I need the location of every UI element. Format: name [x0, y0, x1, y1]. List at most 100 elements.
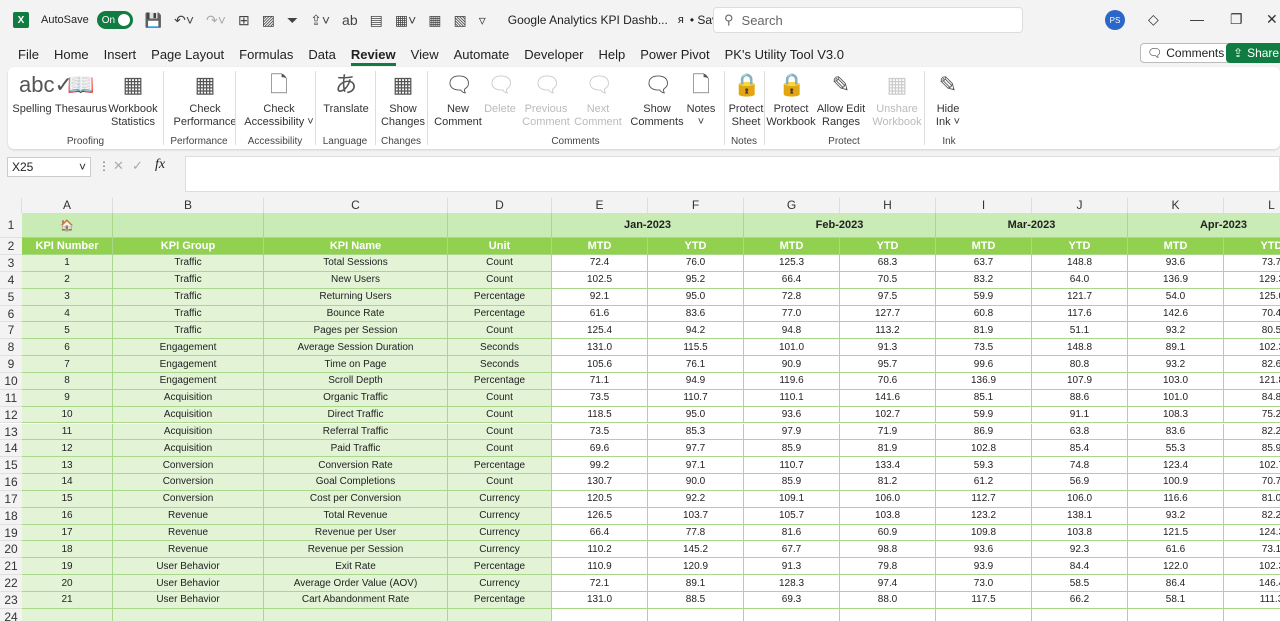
row-header[interactable]: 5	[0, 288, 22, 306]
kpi-value-cell[interactable]: 105.6	[552, 356, 648, 373]
kpi-value-cell[interactable]: 92.3	[1032, 541, 1128, 559]
empty-cell[interactable]	[113, 608, 264, 621]
kpi-value-cell[interactable]: 70.7	[1224, 474, 1280, 491]
unshare-workbook-button[interactable]: ▦ Unshare Workbook	[870, 71, 924, 129]
kpi-label-cell[interactable]: Currency	[448, 507, 552, 525]
calculator-icon[interactable]: ▦˅	[395, 12, 416, 29]
kpi-value-cell[interactable]: 105.7	[744, 507, 840, 525]
kpi-value-cell[interactable]: 73.7	[1224, 255, 1280, 272]
kpi-value-cell[interactable]: 97.1	[648, 457, 744, 475]
avatar[interactable]: PS	[1105, 10, 1125, 30]
kpi-value-cell[interactable]: 67.7	[744, 541, 840, 559]
kpi-value-cell[interactable]: 125.0	[1224, 288, 1280, 306]
kpi-label-cell[interactable]: Percentage	[448, 288, 552, 306]
minimize-icon[interactable]: —	[1190, 11, 1204, 27]
tab-formulas[interactable]: Formulas	[239, 44, 293, 66]
tab-data[interactable]: Data	[308, 44, 335, 66]
kpi-value-cell[interactable]: 112.7	[936, 490, 1032, 508]
kpi-value-cell[interactable]: 120.9	[648, 558, 744, 576]
tab-insert[interactable]: Insert	[104, 44, 137, 66]
spelling-button[interactable]: abc✓ Spelling	[12, 71, 72, 116]
kpi-label-cell[interactable]: Revenue	[113, 541, 264, 559]
column-header-G[interactable]: G	[744, 198, 840, 213]
kpi-label-cell[interactable]: Count	[448, 440, 552, 458]
kpi-value-cell[interactable]: 85.4	[1032, 440, 1128, 458]
row-header[interactable]: 14	[0, 440, 22, 458]
column-header-C[interactable]: C	[264, 198, 448, 213]
kpi-label-cell[interactable]: Acquisition	[113, 440, 264, 458]
kpi-label-cell[interactable]: Count	[448, 389, 552, 407]
kpi-value-cell[interactable]: 124.3	[1224, 524, 1280, 542]
kpi-value-cell[interactable]: 72.1	[552, 575, 648, 592]
kpi-value-cell[interactable]: 68.3	[840, 255, 936, 272]
row-header[interactable]: 13	[0, 423, 22, 441]
row-header[interactable]: 11	[0, 389, 22, 407]
protect-workbook-button[interactable]: 🔒 Protect Workbook	[766, 71, 816, 129]
kpi-value-cell[interactable]: 93.6	[1128, 255, 1224, 272]
kpi-label-cell[interactable]: 19	[22, 558, 113, 576]
kpi-value-cell[interactable]: 66.4	[552, 524, 648, 542]
kpi-value-cell[interactable]: 145.2	[648, 541, 744, 559]
kpi-value-cell[interactable]: 119.6	[744, 372, 840, 390]
kpi-value-cell[interactable]: 63.7	[936, 255, 1032, 272]
row-header[interactable]: 19	[0, 524, 22, 542]
empty-cell[interactable]	[1128, 608, 1224, 621]
translate-button[interactable]: あ Translate	[318, 71, 374, 116]
kpi-label-cell[interactable]: Percentage	[448, 592, 552, 609]
kpi-value-cell[interactable]: 90.0	[648, 474, 744, 491]
name-box[interactable]: X25 ˅	[7, 157, 91, 177]
kpi-value-cell[interactable]: 76.1	[648, 356, 744, 373]
kpi-value-cell[interactable]: 99.6	[936, 356, 1032, 373]
kpi-label-cell[interactable]: Revenue per User	[264, 524, 448, 542]
kpi-value-cell[interactable]: 113.2	[840, 322, 936, 340]
kpi-value-cell[interactable]: 59.9	[936, 288, 1032, 306]
kpi-value-cell[interactable]: 93.2	[1128, 507, 1224, 525]
diamond-icon[interactable]: ◇	[1148, 11, 1159, 28]
kpi-value-cell[interactable]: 95.7	[840, 356, 936, 373]
kpi-value-cell[interactable]: 75.2	[1224, 406, 1280, 424]
kpi-label-cell[interactable]: Bounce Rate	[264, 305, 448, 323]
kpi-label-cell[interactable]: 21	[22, 592, 113, 609]
kpi-label-cell[interactable]: Traffic	[113, 271, 264, 289]
kpi-label-cell[interactable]: Average Session Duration	[264, 339, 448, 357]
kpi-label-cell[interactable]: Pages per Session	[264, 322, 448, 340]
kpi-value-cell[interactable]: 130.7	[552, 474, 648, 491]
kpi-label-cell[interactable]: User Behavior	[113, 592, 264, 609]
restore-icon[interactable]: ❐	[1230, 11, 1243, 28]
kpi-value-cell[interactable]: 59.9	[936, 406, 1032, 424]
column-header-J[interactable]: J	[1032, 198, 1128, 213]
kpi-label-cell[interactable]: Engagement	[113, 356, 264, 373]
kpi-label-cell[interactable]: Currency	[448, 524, 552, 542]
row-header[interactable]: 7	[0, 322, 22, 340]
row-header[interactable]: 4	[0, 271, 22, 289]
kpi-value-cell[interactable]: 109.1	[744, 490, 840, 508]
kpi-value-cell[interactable]: 92.1	[552, 288, 648, 306]
kpi-label-cell[interactable]: Count	[448, 255, 552, 272]
row-header[interactable]: 17	[0, 490, 22, 508]
share-icon[interactable]: ⇪˅	[310, 12, 330, 29]
kpi-label-cell[interactable]: 8	[22, 372, 113, 390]
kpi-label-cell[interactable]: Currency	[448, 575, 552, 592]
tab-help[interactable]: Help	[599, 44, 626, 66]
empty-cell[interactable]	[264, 608, 448, 621]
kpi-value-cell[interactable]: 73.5	[552, 389, 648, 407]
kpi-value-cell[interactable]: 83.6	[1128, 423, 1224, 441]
kpi-value-cell[interactable]: 84.8	[1224, 389, 1280, 407]
filter-icon[interactable]: ⏷	[287, 12, 298, 29]
kpi-value-cell[interactable]: 123.2	[936, 507, 1032, 525]
kpi-label-cell[interactable]: Total Revenue	[264, 507, 448, 525]
kpi-value-cell[interactable]: 99.2	[552, 457, 648, 475]
kpi-label-cell[interactable]: 4	[22, 305, 113, 323]
kpi-value-cell[interactable]: 118.5	[552, 406, 648, 424]
kpi-label-cell[interactable]: Traffic	[113, 322, 264, 340]
kpi-value-cell[interactable]: 101.0	[744, 339, 840, 357]
kpi-value-cell[interactable]: 102.3	[1224, 339, 1280, 357]
tab-review[interactable]: Review	[350, 44, 396, 66]
kpi-label-cell[interactable]: 15	[22, 490, 113, 508]
kpi-value-cell[interactable]: 61.6	[552, 305, 648, 323]
insert-function-button[interactable]: fx	[155, 157, 165, 173]
kpi-label-cell[interactable]: Count	[448, 423, 552, 441]
kpi-value-cell[interactable]: 125.4	[552, 322, 648, 340]
tab-file[interactable]: File	[18, 44, 39, 66]
kpi-value-cell[interactable]: 110.2	[552, 541, 648, 559]
